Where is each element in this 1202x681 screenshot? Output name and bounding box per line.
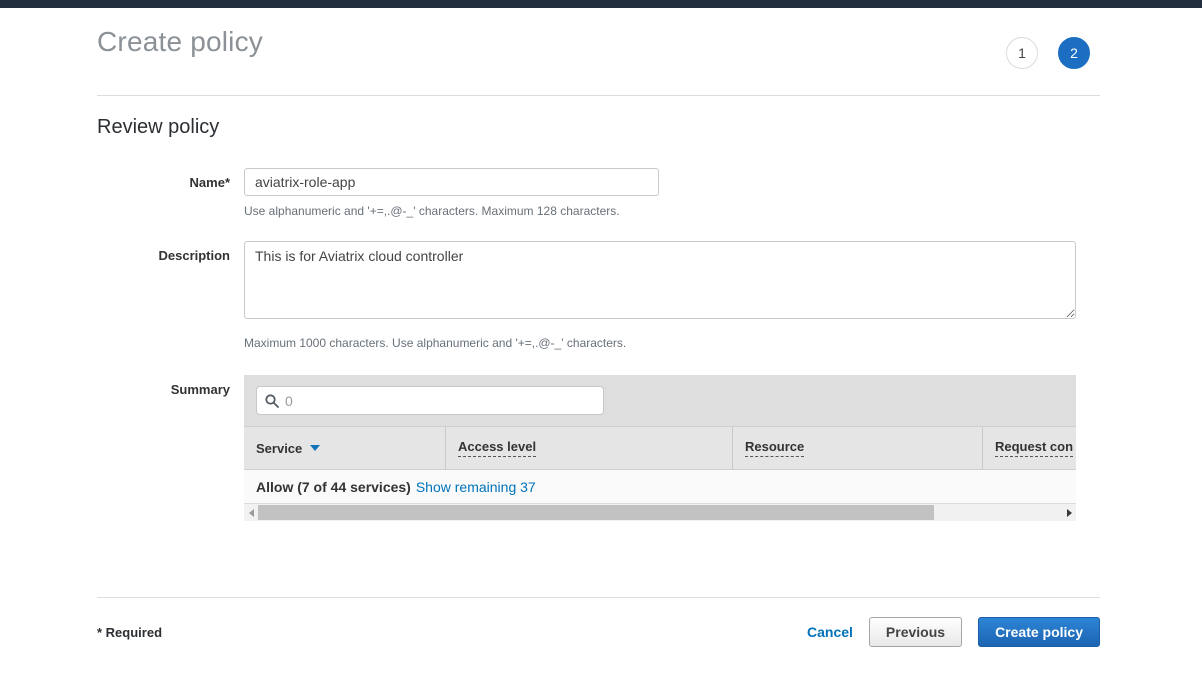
- create-policy-button[interactable]: Create policy: [978, 617, 1100, 647]
- wizard-step-1[interactable]: 1: [1006, 37, 1038, 69]
- summary-label: Summary: [97, 375, 244, 521]
- scrollbar-thumb[interactable]: [258, 505, 934, 520]
- description-label: Description: [97, 241, 244, 350]
- summary-table-header: Service Access level Resource Request co…: [244, 427, 1076, 470]
- scroll-right-icon[interactable]: [1062, 504, 1076, 521]
- column-header-resource[interactable]: Resource: [733, 427, 983, 469]
- name-label: Name*: [97, 168, 244, 218]
- policy-description-textarea[interactable]: This is for Aviatrix cloud controller: [244, 241, 1076, 319]
- show-remaining-link[interactable]: Show remaining 37: [416, 479, 536, 495]
- footer-divider: [97, 597, 1100, 598]
- footer-bar: * Required Cancel Previous Create policy: [97, 617, 1100, 647]
- horizontal-scrollbar[interactable]: [244, 504, 1076, 521]
- column-header-service[interactable]: Service: [244, 427, 446, 469]
- wizard-steps: 1 2: [1006, 37, 1090, 69]
- footer-actions: Cancel Previous Create policy: [807, 617, 1100, 647]
- previous-button[interactable]: Previous: [869, 617, 962, 647]
- create-policy-page: Create policy 1 2 Review policy Name* Us…: [0, 8, 1202, 647]
- page-header: Create policy 1 2: [0, 8, 1202, 95]
- column-header-request-condition[interactable]: Request con: [983, 427, 1076, 469]
- table-row-allow-services: Allow (7 of 44 services) Show remaining …: [244, 470, 1076, 504]
- policy-name-input[interactable]: [244, 168, 659, 196]
- scrollbar-track[interactable]: [258, 504, 1062, 521]
- required-note: * Required: [97, 625, 162, 640]
- summary-panel: Service Access level Resource Request co…: [244, 375, 1076, 521]
- name-helper-text: Use alphanumeric and '+=,.@-_' character…: [244, 204, 1090, 218]
- search-icon: [265, 394, 279, 408]
- scroll-left-icon[interactable]: [244, 504, 258, 521]
- description-helper-text: Maximum 1000 characters. Use alphanumeri…: [244, 336, 1090, 350]
- header-divider: [97, 95, 1100, 96]
- summary-row: Summary Service: [97, 375, 1090, 521]
- cancel-button[interactable]: Cancel: [807, 624, 853, 640]
- summary-search-input[interactable]: [285, 393, 595, 409]
- wizard-step-2[interactable]: 2: [1058, 37, 1090, 69]
- summary-search-box[interactable]: [256, 386, 604, 415]
- section-title: Review policy: [97, 116, 1202, 139]
- console-topbar-edge: [0, 0, 1202, 8]
- name-row: Name* Use alphanumeric and '+=,.@-_' cha…: [97, 168, 1090, 218]
- summary-toolbar: [244, 375, 1076, 427]
- column-header-access-level[interactable]: Access level: [446, 427, 733, 469]
- sort-caret-down-icon: [310, 445, 320, 451]
- description-row: Description This is for Aviatrix cloud c…: [97, 241, 1090, 350]
- allow-services-text: Allow (7 of 44 services): [256, 479, 411, 495]
